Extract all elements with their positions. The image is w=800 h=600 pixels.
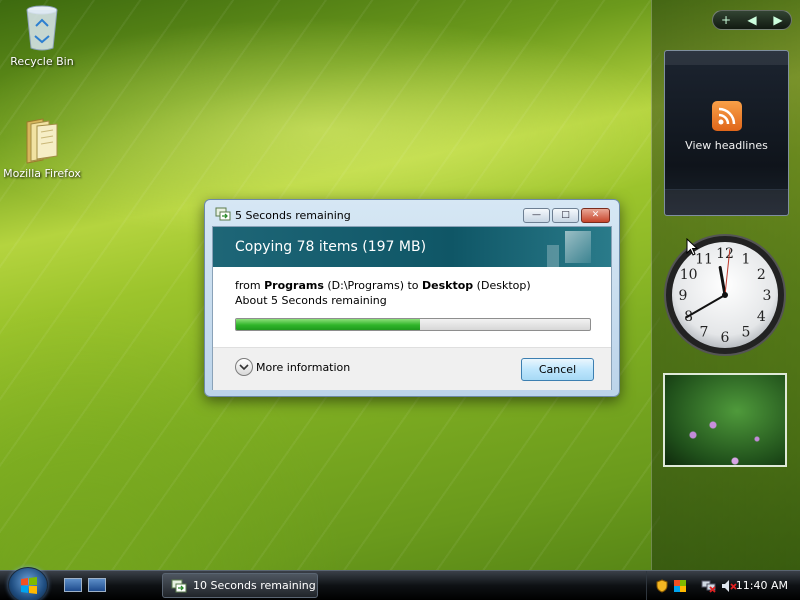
show-desktop-icon[interactable] <box>64 578 82 592</box>
clock-number: 6 <box>721 330 730 346</box>
taskbar-item-label: 10 Seconds remaining <box>193 579 316 592</box>
desktop-icon-mozilla-firefox[interactable]: Mozilla Firefox <box>0 118 84 180</box>
feed-headlines-gadget[interactable]: View headlines <box>664 50 789 216</box>
sidebar-controls: + ◀ ▶ <box>712 10 792 30</box>
volume-muted-icon[interactable] <box>721 579 737 593</box>
taskbar-clock[interactable]: 11:40 AM <box>736 579 788 592</box>
clock-number: 7 <box>700 324 709 340</box>
from-prefix: from <box>235 279 265 292</box>
slideshow-gadget[interactable] <box>663 373 787 467</box>
copy-icon <box>215 207 231 221</box>
chevron-down-icon <box>235 358 253 376</box>
maximize-button[interactable]: □ <box>552 208 579 223</box>
gadget-footer <box>665 189 788 215</box>
start-button[interactable] <box>8 567 48 600</box>
windows-logo-icon <box>21 577 37 594</box>
close-button[interactable]: ✕ <box>581 208 610 223</box>
copy-banner: Copying 78 items (197 MB) <box>213 227 611 267</box>
desktop-icon-label: Recycle Bin <box>10 55 74 68</box>
source-path: (D:\Programs) to <box>323 279 423 292</box>
taskbar-item-copy[interactable]: 10 Seconds remaining <box>162 573 318 598</box>
copy-source-destination: from Programs (D:\Programs) to Desktop (… <box>235 279 531 292</box>
banner-decoration <box>565 231 591 263</box>
clock-number: 5 <box>742 324 751 340</box>
rss-icon <box>711 101 742 131</box>
minimize-button[interactable]: — <box>523 208 550 223</box>
clock-number: 1 <box>742 252 751 268</box>
copy-heading: Copying 78 items (197 MB) <box>235 239 427 255</box>
clock-number: 3 <box>763 288 772 304</box>
more-information-label: More information <box>256 360 351 374</box>
clock-number: 12 <box>716 246 734 262</box>
destination-path: (Desktop) <box>473 279 531 292</box>
more-information-toggle[interactable]: More information <box>235 358 350 376</box>
security-shield-icon[interactable] <box>655 579 669 593</box>
progress-fill <box>236 319 421 330</box>
window-controls: — □ ✕ <box>521 208 610 223</box>
copy-icon <box>171 579 187 592</box>
system-tray: 11:40 AM <box>646 571 800 600</box>
copy-progress-dialog: 5 Seconds remaining — □ ✕ Copying 78 ite… <box>204 199 620 397</box>
recycle-bin-icon <box>26 5 58 51</box>
next-gadgets-button[interactable]: ▶ <box>767 13 789 27</box>
source-name: Programs <box>264 279 324 292</box>
copy-progress-bar <box>235 318 591 331</box>
desktop-icon-recycle-bin[interactable]: Recycle Bin <box>0 4 84 68</box>
cancel-button[interactable]: Cancel <box>521 358 594 381</box>
add-gadget-button[interactable]: + <box>715 13 737 27</box>
time-remaining: About 5 Seconds remaining <box>235 294 387 307</box>
folder-icon <box>26 118 58 164</box>
clock-number: 4 <box>757 309 766 325</box>
destination-name: Desktop <box>422 279 474 292</box>
taskbar: 10 Seconds remaining 11:40 AM <box>0 567 800 600</box>
dialog-footer: More information Cancel <box>213 347 611 390</box>
desktop-icon-label: Mozilla Firefox <box>3 167 81 180</box>
clock-number: 9 <box>679 288 688 304</box>
banner-decoration <box>547 245 559 267</box>
dialog-content: Copying 78 items (197 MB) from Programs … <box>212 226 612 390</box>
view-headlines-link[interactable]: View headlines <box>665 139 788 152</box>
network-disconnected-icon[interactable] <box>701 579 717 593</box>
switch-windows-icon[interactable] <box>88 578 106 592</box>
flag-icon[interactable] <box>673 579 687 593</box>
mouse-cursor-icon <box>686 238 698 256</box>
dialog-title: 5 Seconds remaining <box>235 209 351 222</box>
clock-gadget[interactable]: 121234567891011 <box>663 233 787 357</box>
dialog-titlebar[interactable]: 5 Seconds remaining — □ ✕ <box>205 200 619 227</box>
clock-number: 2 <box>757 267 766 283</box>
clock-number: 10 <box>680 267 698 283</box>
previous-gadgets-button[interactable]: ◀ <box>741 13 763 27</box>
gadget-header <box>665 51 788 65</box>
